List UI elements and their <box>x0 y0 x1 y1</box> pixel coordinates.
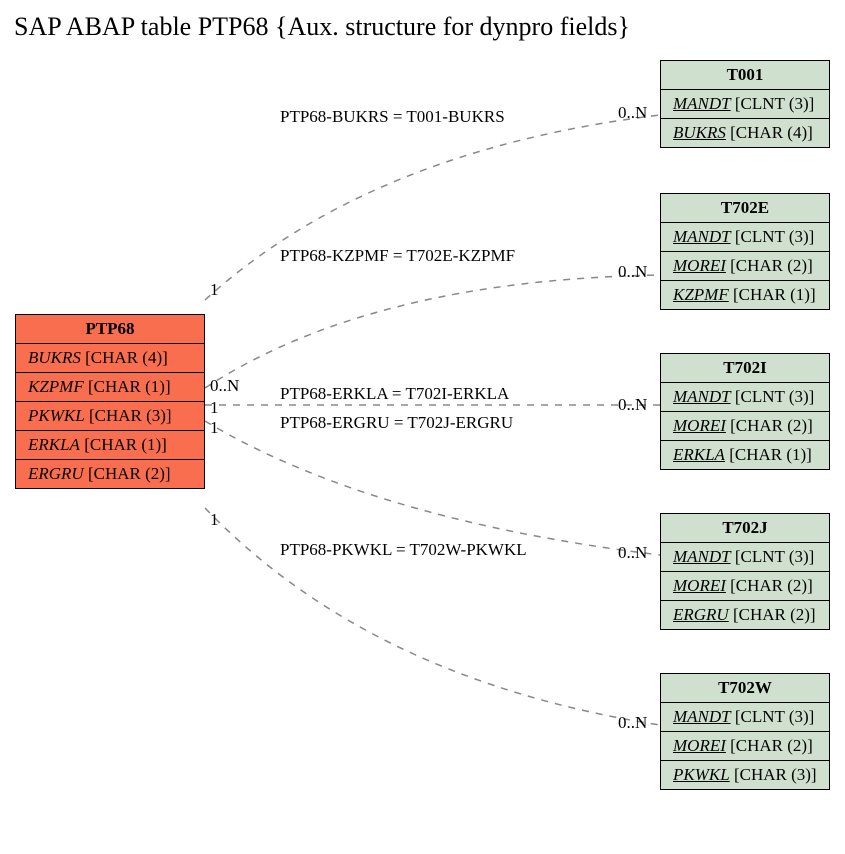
field-row: PKWKL [CHAR (3)] <box>16 402 204 431</box>
field-row: BUKRS [CHAR (4)] <box>661 119 829 147</box>
cardinality-right: 0..N <box>618 543 647 563</box>
field-row: KZPMF [CHAR (1)] <box>16 373 204 402</box>
field-row: ERKLA [CHAR (1)] <box>661 441 829 469</box>
entity-header: T702E <box>661 194 829 223</box>
entity-header: PTP68 <box>16 315 204 344</box>
cardinality-left: 1 <box>210 398 219 418</box>
entity-t702i: T702I MANDT [CLNT (3)] MOREI [CHAR (2)] … <box>660 353 830 470</box>
field-row: MOREI [CHAR (2)] <box>661 412 829 441</box>
edge-label: PTP68-ERKLA = T702I-ERKLA <box>280 384 509 404</box>
field-row: MANDT [CLNT (3)] <box>661 703 829 732</box>
entity-header: T702J <box>661 514 829 543</box>
cardinality-right: 0..N <box>618 103 647 123</box>
field-row: MOREI [CHAR (2)] <box>661 732 829 761</box>
field-row: MANDT [CLNT (3)] <box>661 383 829 412</box>
cardinality-right: 0..N <box>618 713 647 733</box>
cardinality-right: 0..N <box>618 262 647 282</box>
field-row: MOREI [CHAR (2)] <box>661 252 829 281</box>
entity-t001: T001 MANDT [CLNT (3)] BUKRS [CHAR (4)] <box>660 60 830 148</box>
field-row: ERKLA [CHAR (1)] <box>16 431 204 460</box>
field-row: MOREI [CHAR (2)] <box>661 572 829 601</box>
entity-header: T702I <box>661 354 829 383</box>
entity-t702w: T702W MANDT [CLNT (3)] MOREI [CHAR (2)] … <box>660 673 830 790</box>
field-row: MANDT [CLNT (3)] <box>661 90 829 119</box>
entity-t702e: T702E MANDT [CLNT (3)] MOREI [CHAR (2)] … <box>660 193 830 310</box>
edge-label: PTP68-PKWKL = T702W-PKWKL <box>280 540 527 560</box>
entity-t702j: T702J MANDT [CLNT (3)] MOREI [CHAR (2)] … <box>660 513 830 630</box>
edge-label: PTP68-ERGRU = T702J-ERGRU <box>280 413 513 433</box>
field-row: ERGRU [CHAR (2)] <box>661 601 829 629</box>
cardinality-left: 1 <box>210 510 219 530</box>
entity-header: T702W <box>661 674 829 703</box>
cardinality-left: 1 <box>210 418 219 438</box>
field-row: KZPMF [CHAR (1)] <box>661 281 829 309</box>
entity-header: T001 <box>661 61 829 90</box>
edge-label: PTP68-KZPMF = T702E-KZPMF <box>280 246 515 266</box>
entity-ptp68: PTP68 BUKRS [CHAR (4)] KZPMF [CHAR (1)] … <box>15 314 205 489</box>
field-row: ERGRU [CHAR (2)] <box>16 460 204 488</box>
cardinality-left: 1 <box>210 280 219 300</box>
field-row: MANDT [CLNT (3)] <box>661 223 829 252</box>
cardinality-left: 0..N <box>210 376 239 396</box>
field-row: BUKRS [CHAR (4)] <box>16 344 204 373</box>
edge-label: PTP68-BUKRS = T001-BUKRS <box>280 107 505 127</box>
field-row: PKWKL [CHAR (3)] <box>661 761 829 789</box>
field-row: MANDT [CLNT (3)] <box>661 543 829 572</box>
cardinality-right: 0..N <box>618 395 647 415</box>
